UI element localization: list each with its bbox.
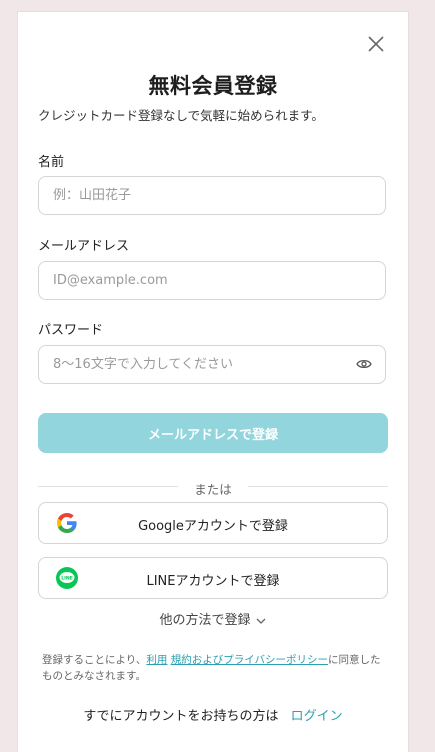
close-icon[interactable]	[366, 34, 386, 54]
other-methods-toggle[interactable]: 他の方法で登録	[18, 609, 408, 628]
eye-icon[interactable]	[356, 358, 372, 370]
name-label: 名前	[38, 155, 65, 170]
password-input[interactable]	[38, 345, 386, 384]
terms-link[interactable]: 利用	[146, 654, 167, 666]
privacy-policy-link[interactable]: 規約およびプライバシーポリシー	[171, 654, 328, 666]
password-label: パスワード	[38, 323, 104, 338]
line-signup-label: LINEアカウントで登録	[146, 574, 280, 589]
other-methods-label: 他の方法で登録	[159, 613, 251, 628]
chevron-down-icon	[256, 618, 265, 624]
login-prompt-text: すでにアカウントをお持ちの方は	[83, 709, 279, 724]
divider-right	[248, 486, 388, 487]
google-signup-button[interactable]: Googleアカウントで登録	[38, 502, 388, 544]
login-link[interactable]: ログイン	[291, 709, 343, 724]
signup-modal: 無料会員登録 クレジットカード登録なしで気軽に始められます。 名前 メールアドレ…	[18, 12, 408, 752]
email-label: メールアドレス	[38, 239, 130, 254]
divider-text: または	[194, 482, 232, 497]
email-signup-button[interactable]: メールアドレスで登録	[38, 413, 388, 453]
page-title: 無料会員登録	[148, 74, 278, 98]
google-signup-label: Googleアカウントで登録	[138, 519, 288, 534]
login-prompt: すでにアカウントをお持ちの方は ログイン	[18, 705, 408, 724]
name-input[interactable]	[38, 176, 386, 215]
email-input[interactable]	[38, 261, 386, 300]
terms-prefix: 登録することにより、	[42, 654, 147, 666]
line-signup-button[interactable]: LINE LINEアカウントで登録	[38, 557, 388, 599]
page-subtitle: クレジットカード登録なしで気軽に始められます。	[38, 108, 324, 123]
terms-notice: 登録することにより、利用 規約およびプライバシーポリシーに同意したものとみなされ…	[42, 652, 386, 684]
